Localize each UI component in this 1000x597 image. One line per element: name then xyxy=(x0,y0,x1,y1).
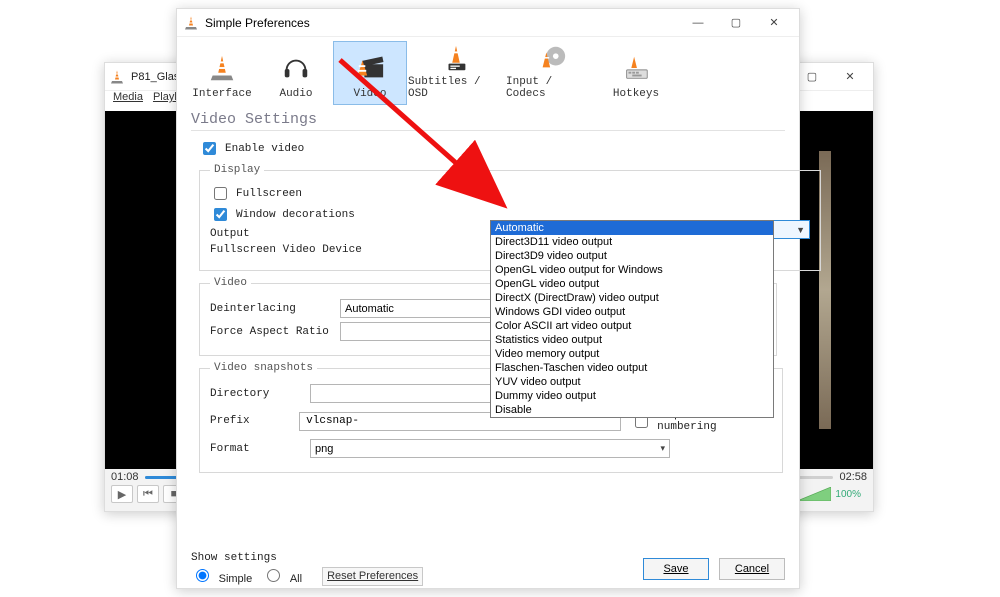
headphones-icon xyxy=(281,53,311,83)
display-legend: Display xyxy=(210,164,264,176)
output-option[interactable]: Disable xyxy=(491,403,773,417)
output-label: Output xyxy=(210,228,250,240)
menu-media[interactable]: Media xyxy=(113,91,143,111)
format-combobox[interactable]: png▾ xyxy=(310,439,670,458)
deinterlacing-label: Deinterlacing xyxy=(210,303,340,315)
fullscreen-label: Fullscreen xyxy=(236,188,302,200)
tab-interface[interactable]: Interface xyxy=(185,41,259,105)
output-option[interactable]: Direct3D9 video output xyxy=(491,249,773,263)
clapperboard-cone-icon xyxy=(353,53,387,83)
prefix-label: Prefix xyxy=(210,415,299,427)
chevron-down-icon: ▼ xyxy=(796,225,805,235)
output-option[interactable]: Flaschen-Taschen video output xyxy=(491,361,773,375)
window-decorations-checkbox[interactable] xyxy=(214,208,227,221)
output-option[interactable]: Dummy video output xyxy=(491,389,773,403)
vlc-cone-icon xyxy=(109,69,125,85)
prefs-maximize-button[interactable]: ▢ xyxy=(717,10,755,36)
show-settings-label: Show settings xyxy=(191,552,423,564)
tab-audio[interactable]: Audio xyxy=(259,41,333,105)
output-option[interactable]: OpenGL video output for Windows xyxy=(491,263,773,277)
volume-text: 100% xyxy=(835,489,861,500)
player-close-button[interactable]: ✕ xyxy=(831,64,869,90)
fullscreen-device-label: Fullscreen Video Device xyxy=(210,244,362,256)
volume-slider[interactable] xyxy=(797,487,831,501)
prefs-close-button[interactable]: ✕ xyxy=(755,10,793,36)
prefs-minimize-button[interactable]: — xyxy=(679,10,717,36)
tab-input-codecs[interactable]: Input / Codecs xyxy=(505,41,599,105)
vlc-cone-icon xyxy=(183,15,199,31)
show-settings-all-radio[interactable] xyxy=(267,569,280,582)
reset-preferences-button[interactable]: Reset Preferences xyxy=(322,567,423,586)
show-settings-simple-radio[interactable] xyxy=(196,569,209,582)
total-time: 02:58 xyxy=(839,471,867,483)
video-legend: Video xyxy=(210,277,251,289)
output-option[interactable]: OpenGL video output xyxy=(491,277,773,291)
output-option[interactable]: Statistics video output xyxy=(491,333,773,347)
output-option[interactable]: YUV video output xyxy=(491,375,773,389)
cancel-button[interactable]: Cancel xyxy=(719,558,785,580)
tab-video[interactable]: Video xyxy=(333,41,407,105)
enable-video-label: Enable video xyxy=(225,143,304,155)
window-decorations-label: Window decorations xyxy=(236,209,355,221)
keyboard-cone-icon xyxy=(621,53,651,83)
output-option[interactable]: Video memory output xyxy=(491,347,773,361)
output-option[interactable]: Direct3D11 video output xyxy=(491,235,773,249)
save-button[interactable]: Save xyxy=(643,558,709,580)
tab-hotkeys[interactable]: Hotkeys xyxy=(599,41,673,105)
output-option[interactable]: Automatic xyxy=(491,221,773,235)
interface-cone-icon xyxy=(207,53,237,83)
subtitles-cone-icon xyxy=(441,43,471,73)
disc-cone-icon xyxy=(537,43,567,73)
section-title: Video Settings xyxy=(177,105,799,130)
enable-video-checkbox[interactable] xyxy=(203,142,216,155)
format-label: Format xyxy=(210,443,310,455)
elapsed-time: 01:08 xyxy=(111,471,139,483)
prefs-category-tabs: Interface Audio Video Subtitles / OSD In… xyxy=(177,37,799,105)
prefs-bottom-bar: Show settings Simple All Reset Preferenc… xyxy=(177,550,799,588)
output-option[interactable]: Color ASCII art video output xyxy=(491,319,773,333)
output-option[interactable]: DirectX (DirectDraw) video output xyxy=(491,291,773,305)
tab-subtitles[interactable]: Subtitles / OSD xyxy=(407,41,505,105)
output-dropdown-list[interactable]: AutomaticDirect3D11 video outputDirect3D… xyxy=(490,220,774,418)
fullscreen-checkbox[interactable] xyxy=(214,187,227,200)
chevron-down-icon: ▾ xyxy=(660,443,665,454)
prev-track-button[interactable]: ⏮ xyxy=(137,485,159,503)
prefs-window-title: Simple Preferences xyxy=(205,16,679,30)
snapshots-legend: Video snapshots xyxy=(210,362,317,374)
play-button[interactable]: ▶ xyxy=(111,485,133,503)
directory-label: Directory xyxy=(210,388,310,400)
prefs-titlebar[interactable]: Simple Preferences — ▢ ✕ xyxy=(177,9,799,37)
force-aspect-label: Force Aspect Ratio xyxy=(210,326,340,338)
output-option[interactable]: Windows GDI video output xyxy=(491,305,773,319)
